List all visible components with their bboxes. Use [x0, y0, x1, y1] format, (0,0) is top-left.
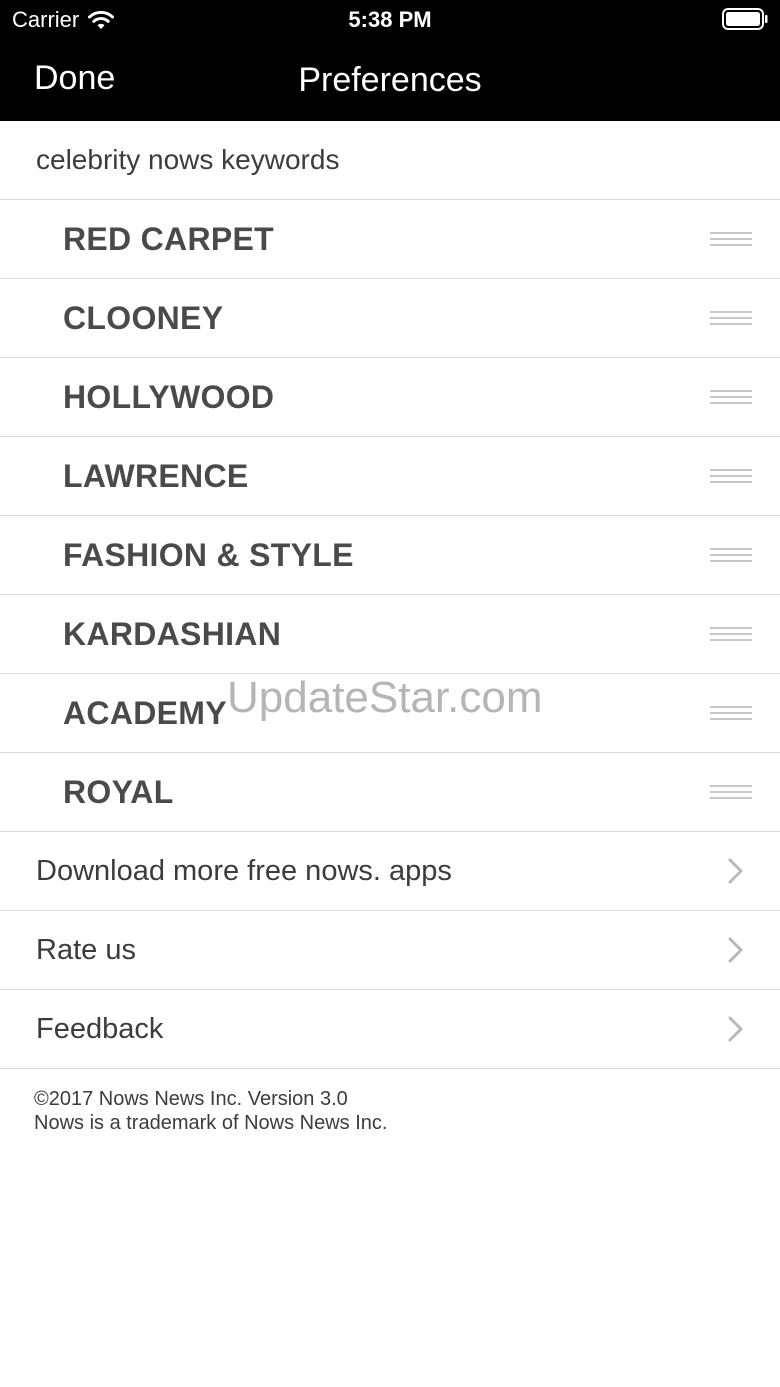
- chevron-right-icon: [728, 858, 743, 884]
- trademark-text: Nows is a trademark of Nows News Inc.: [34, 1112, 388, 1134]
- footer: ©2017 Nows News Inc. Version 3.0 Nows is…: [34, 1087, 387, 1135]
- preferences-list: celebrity nows keywords RED CARPET CLOON…: [0, 121, 780, 1069]
- section-header: celebrity nows keywords: [0, 121, 780, 200]
- keyword-row[interactable]: RED CARPET: [0, 200, 780, 279]
- reorder-handle-icon[interactable]: [710, 311, 752, 325]
- chevron-right-icon: [728, 1016, 743, 1042]
- download-apps-label: Download more free nows. apps: [36, 854, 452, 887]
- keyword-row[interactable]: KARDASHIAN: [0, 595, 780, 674]
- chevron-right-icon: [728, 937, 743, 963]
- keyword-label: ACADEMY: [63, 694, 227, 731]
- keyword-row[interactable]: FASHION & STYLE: [0, 516, 780, 595]
- keyword-label: FASHION & STYLE: [63, 536, 354, 573]
- keyword-label: LAWRENCE: [63, 457, 249, 494]
- reorder-handle-icon[interactable]: [710, 785, 752, 799]
- keyword-label: RED CARPET: [63, 220, 275, 257]
- keyword-row[interactable]: ROYAL: [0, 753, 780, 832]
- top-bar: Carrier 5:38 PM Done Preferences: [0, 0, 780, 121]
- keyword-row[interactable]: HOLLYWOOD: [0, 358, 780, 437]
- keyword-label: HOLLYWOOD: [63, 378, 275, 415]
- reorder-handle-icon[interactable]: [710, 390, 752, 404]
- keyword-label: KARDASHIAN: [63, 615, 282, 652]
- feedback-row[interactable]: Feedback: [0, 990, 780, 1069]
- reorder-handle-icon[interactable]: [710, 232, 752, 246]
- page-title: Preferences: [298, 61, 482, 99]
- keyword-row[interactable]: LAWRENCE: [0, 437, 780, 516]
- feedback-label: Feedback: [36, 1012, 164, 1045]
- copyright-text: ©2017 Nows News Inc. Version 3.0: [34, 1088, 348, 1110]
- keyword-row[interactable]: CLOONEY: [0, 279, 780, 358]
- battery-icon: [722, 8, 768, 30]
- reorder-handle-icon[interactable]: [710, 548, 752, 562]
- reorder-handle-icon[interactable]: [710, 627, 752, 641]
- download-apps-row[interactable]: Download more free nows. apps: [0, 832, 780, 911]
- preferences-screen: Carrier 5:38 PM Done Preferences celebri…: [0, 0, 780, 1387]
- keyword-label: ROYAL: [63, 773, 174, 810]
- keyword-label: CLOONEY: [63, 299, 224, 336]
- rate-us-label: Rate us: [36, 933, 136, 966]
- reorder-handle-icon[interactable]: [710, 706, 752, 720]
- rate-us-row[interactable]: Rate us: [0, 911, 780, 990]
- status-time: 5:38 PM: [348, 7, 432, 32]
- reorder-handle-icon[interactable]: [710, 469, 752, 483]
- keyword-row[interactable]: ACADEMY: [0, 674, 780, 753]
